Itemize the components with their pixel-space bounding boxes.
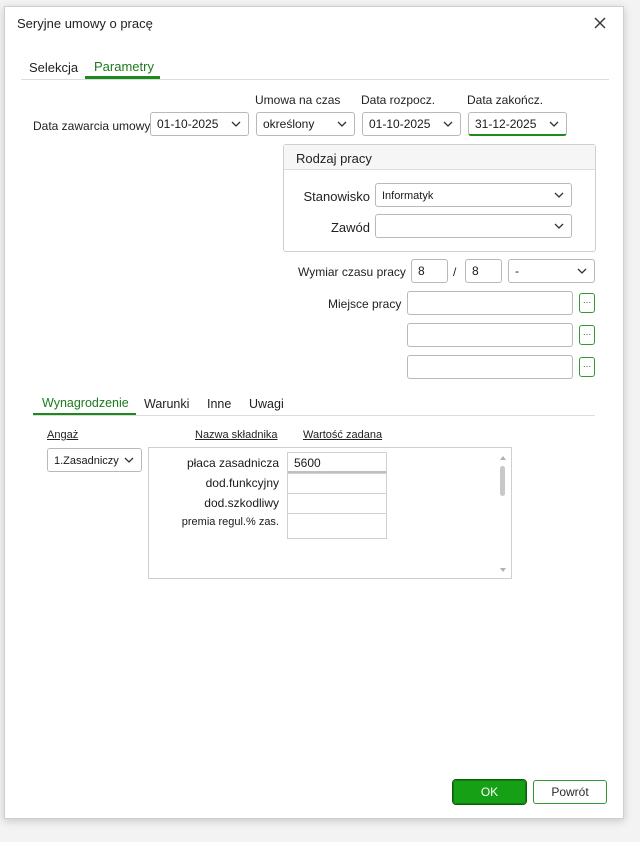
contract-date-value: 01-10-2025 <box>157 117 219 131</box>
tab-inne[interactable]: Inne <box>207 397 231 411</box>
tab-divider <box>21 79 609 80</box>
scrollbar-thumb[interactable] <box>500 466 505 496</box>
position-value: Informatyk <box>382 190 434 202</box>
work-type-title: Rodzaj pracy <box>296 151 372 166</box>
scroll-down-icon[interactable] <box>498 566 508 574</box>
start-date-picker[interactable]: 01-10-2025 <box>362 112 461 136</box>
contract-date-picker[interactable]: 01-10-2025 <box>150 112 249 136</box>
engagement-label: Angaż <box>47 429 79 441</box>
workplace-label: Miejsce pracy <box>328 297 402 311</box>
position-select[interactable]: Informatyk <box>375 183 572 207</box>
working-time-unit-value: - <box>515 264 519 278</box>
engagement-value: 1.Zasadniczy <box>54 455 119 467</box>
end-date-label: Data zakończ. <box>467 93 544 107</box>
chevron-down-icon <box>124 457 134 463</box>
chevron-down-icon <box>549 121 559 127</box>
contract-date-label: Data zawarcia umowy <box>33 119 151 133</box>
row-label-premia: premia regul.% zas. <box>181 516 279 528</box>
close-icon[interactable] <box>591 14 609 32</box>
value-cell-dod-szkodliwy[interactable] <box>287 493 387 514</box>
tab-warunki[interactable]: Warunki <box>144 397 189 411</box>
chevron-down-icon <box>554 192 564 198</box>
profession-label: Zawód <box>330 220 370 235</box>
workplace-field-3[interactable] <box>407 355 573 379</box>
workplace-browse-button-2[interactable]: ... <box>579 325 595 345</box>
row-label-dod-szkodliwy: dod.szkodliwy <box>204 496 279 510</box>
end-date-picker[interactable]: 31-12-2025 <box>468 112 567 136</box>
value-cell-placa[interactable]: 5600 <box>287 452 387 473</box>
lower-tab-divider <box>33 415 595 416</box>
row-label-dod-funkcyjny: dod.funkcyjny <box>205 476 279 490</box>
value-cell-premia[interactable] <box>287 513 387 539</box>
working-time-label: Wymiar czasu pracy <box>298 265 406 279</box>
chevron-down-icon <box>577 268 587 274</box>
ok-button[interactable]: OK <box>452 779 527 805</box>
back-button[interactable]: Powrót <box>533 780 607 804</box>
working-time-numerator[interactable]: 8 <box>411 259 448 283</box>
working-time-unit-select[interactable]: - <box>508 259 595 283</box>
start-date-value: 01-10-2025 <box>369 117 431 131</box>
position-label: Stanowisko <box>303 189 370 204</box>
window-title: Seryjne umowy o pracę <box>17 16 153 31</box>
tab-wynagrodzenie[interactable]: Wynagrodzenie <box>42 396 129 410</box>
chevron-down-icon <box>443 121 453 127</box>
value-cell-dod-funkcyjny[interactable] <box>287 473 387 494</box>
working-time-separator: / <box>453 265 457 279</box>
chevron-down-icon <box>337 121 347 127</box>
component-name-header: Nazwa składnika <box>195 429 278 441</box>
profession-select[interactable] <box>375 214 572 238</box>
contract-type-label: Umowa na czas <box>255 93 341 107</box>
workplace-field-1[interactable] <box>407 291 573 315</box>
engagement-select[interactable]: 1.Zasadniczy <box>47 448 142 472</box>
tab-uwagi[interactable]: Uwagi <box>249 397 284 411</box>
row-label-placa: płaca zasadnicza <box>186 456 279 470</box>
chevron-down-icon <box>554 223 564 229</box>
chevron-down-icon <box>231 121 241 127</box>
salary-components-table: płaca zasadnicza 5600 dod.funkcyjny dod.… <box>148 447 512 579</box>
work-type-group: Rodzaj pracy Stanowisko Informatyk Zawód <box>283 144 596 252</box>
contract-type-value: określony <box>263 117 315 131</box>
contract-type-select[interactable]: określony <box>256 112 355 136</box>
start-date-label: Data rozpocz. <box>361 93 436 107</box>
workplace-field-2[interactable] <box>407 323 573 347</box>
work-type-group-header: Rodzaj pracy <box>284 145 595 170</box>
scroll-up-icon[interactable] <box>498 454 508 462</box>
working-time-denominator[interactable]: 8 <box>465 259 502 283</box>
workplace-browse-button-3[interactable]: ... <box>579 357 595 377</box>
target-value-header: Wartość zadana <box>303 429 383 441</box>
tab-parametry[interactable]: Parametry <box>94 59 154 74</box>
dialog-window: Seryjne umowy o pracę Selekcja Parametry… <box>4 6 624 819</box>
tab-selekcja[interactable]: Selekcja <box>29 60 78 75</box>
end-date-value: 31-12-2025 <box>475 117 537 131</box>
workplace-browse-button-1[interactable]: ... <box>579 293 595 313</box>
